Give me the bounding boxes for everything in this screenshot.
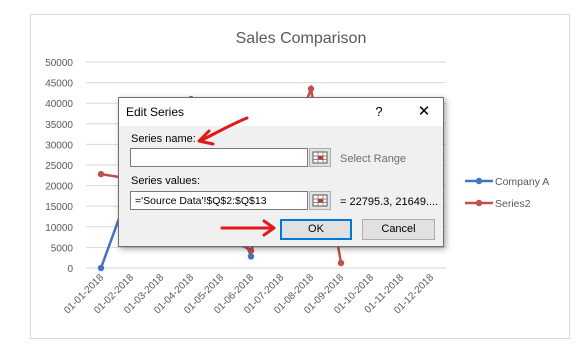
y-tick-label: 5000 [51,243,74,254]
legend-marker [475,199,483,207]
select-range-text: Select Range [340,153,407,165]
y-tick-label: 50000 [45,58,73,69]
close-button[interactable]: ✕ [413,102,435,120]
dialog-title: Edit Series [126,105,185,119]
range-selector-icon [312,151,328,164]
data-point [307,85,315,92]
y-tick-label: 20000 [45,182,73,193]
y-tick-label: 45000 [45,79,73,90]
legend-marker [475,177,483,185]
chart-title: Sales Comparison [236,30,367,47]
ok-button[interactable]: OK [280,219,352,240]
series-values-label: Series values: [131,175,201,187]
edit-series-dialog: Edit Series ? ✕ Series name: Select Rang… [118,97,444,247]
y-tick-label: 35000 [45,120,73,131]
y-tick-label: 25000 [45,161,73,172]
y-tick-label: 15000 [45,202,73,213]
series-name-label: Series name: [131,133,196,145]
series-name-input[interactable] [130,148,308,167]
series-values-preview: = 22795.3, 21649.... [340,196,439,208]
data-point [247,247,255,254]
range-selector-icon [312,194,328,207]
y-tick-label: 10000 [45,223,73,234]
series-values-input[interactable]: ='Source Data'!$Q$2:$Q$13 [130,191,308,210]
help-button[interactable]: ? [369,104,389,119]
data-point [97,170,105,178]
y-tick-label: 30000 [45,140,73,151]
cancel-button[interactable]: Cancel [362,219,435,240]
legend-label: Company A [495,176,549,188]
legend-label: Series2 [495,198,531,210]
data-point [97,264,105,272]
data-point [247,253,255,260]
data-point [337,259,345,267]
y-tick-label: 40000 [45,99,73,110]
y-tick-label: 0 [67,264,73,275]
series-name-range-button[interactable] [309,148,331,167]
dialog-title-bar[interactable]: Edit Series ? ✕ [119,98,443,126]
series-values-range-button[interactable] [309,191,331,210]
